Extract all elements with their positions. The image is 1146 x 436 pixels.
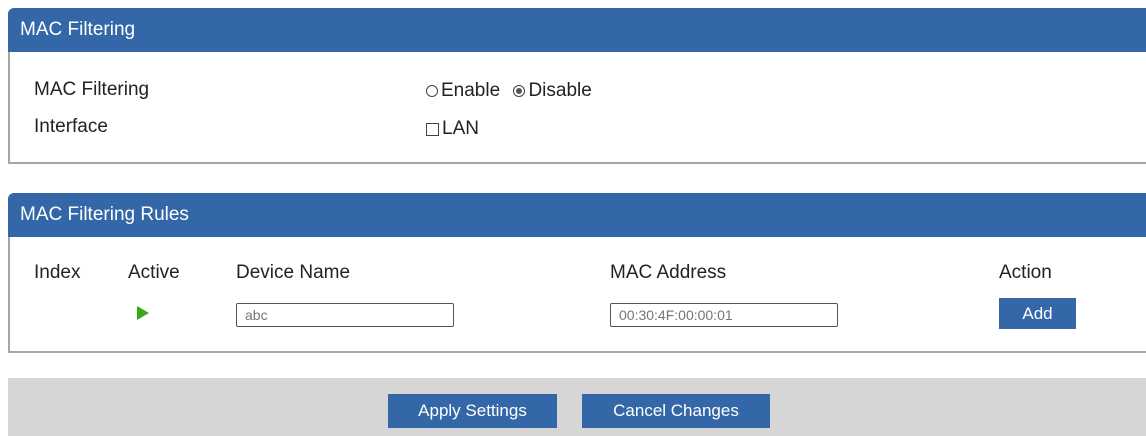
device-name-input[interactable] (236, 303, 454, 327)
column-header-action: Action (999, 262, 1052, 283)
rules-header: MAC Filtering Rules (8, 193, 1146, 237)
add-button[interactable]: Add (999, 298, 1076, 329)
lan-checkbox-option[interactable]: LAN (426, 118, 479, 140)
enable-label: Enable (441, 80, 501, 101)
interface-options: LAN (426, 118, 479, 142)
mac-address-input[interactable] (610, 303, 838, 327)
interface-label: Interface (34, 116, 108, 137)
rules-title: MAC Filtering Rules (20, 204, 189, 225)
disable-label: Disable (528, 80, 592, 101)
enable-radio[interactable] (426, 85, 438, 97)
column-header-active: Active (128, 262, 180, 283)
apply-settings-button[interactable]: Apply Settings (388, 394, 557, 428)
mac-filtering-title: MAC Filtering (20, 19, 136, 40)
footer-bar (8, 378, 1146, 436)
mac-filtering-options: Enable Disable (426, 80, 592, 103)
mac-filtering-panel (8, 52, 1146, 164)
column-header-index: Index (34, 262, 81, 283)
mac-filtering-header: MAC Filtering (8, 8, 1146, 52)
lan-checkbox[interactable] (426, 122, 439, 136)
disable-radio-option[interactable]: Disable (513, 80, 592, 102)
column-header-mac-address: MAC Address (610, 262, 727, 283)
active-play-icon[interactable] (136, 305, 150, 321)
enable-radio-option[interactable]: Enable (426, 80, 500, 102)
rules-panel (8, 237, 1146, 353)
lan-label: LAN (442, 118, 479, 139)
column-header-device-name: Device Name (236, 262, 351, 283)
disable-radio[interactable] (513, 85, 526, 97)
mac-filtering-label: MAC Filtering (34, 79, 150, 100)
cancel-changes-button[interactable]: Cancel Changes (582, 394, 770, 428)
